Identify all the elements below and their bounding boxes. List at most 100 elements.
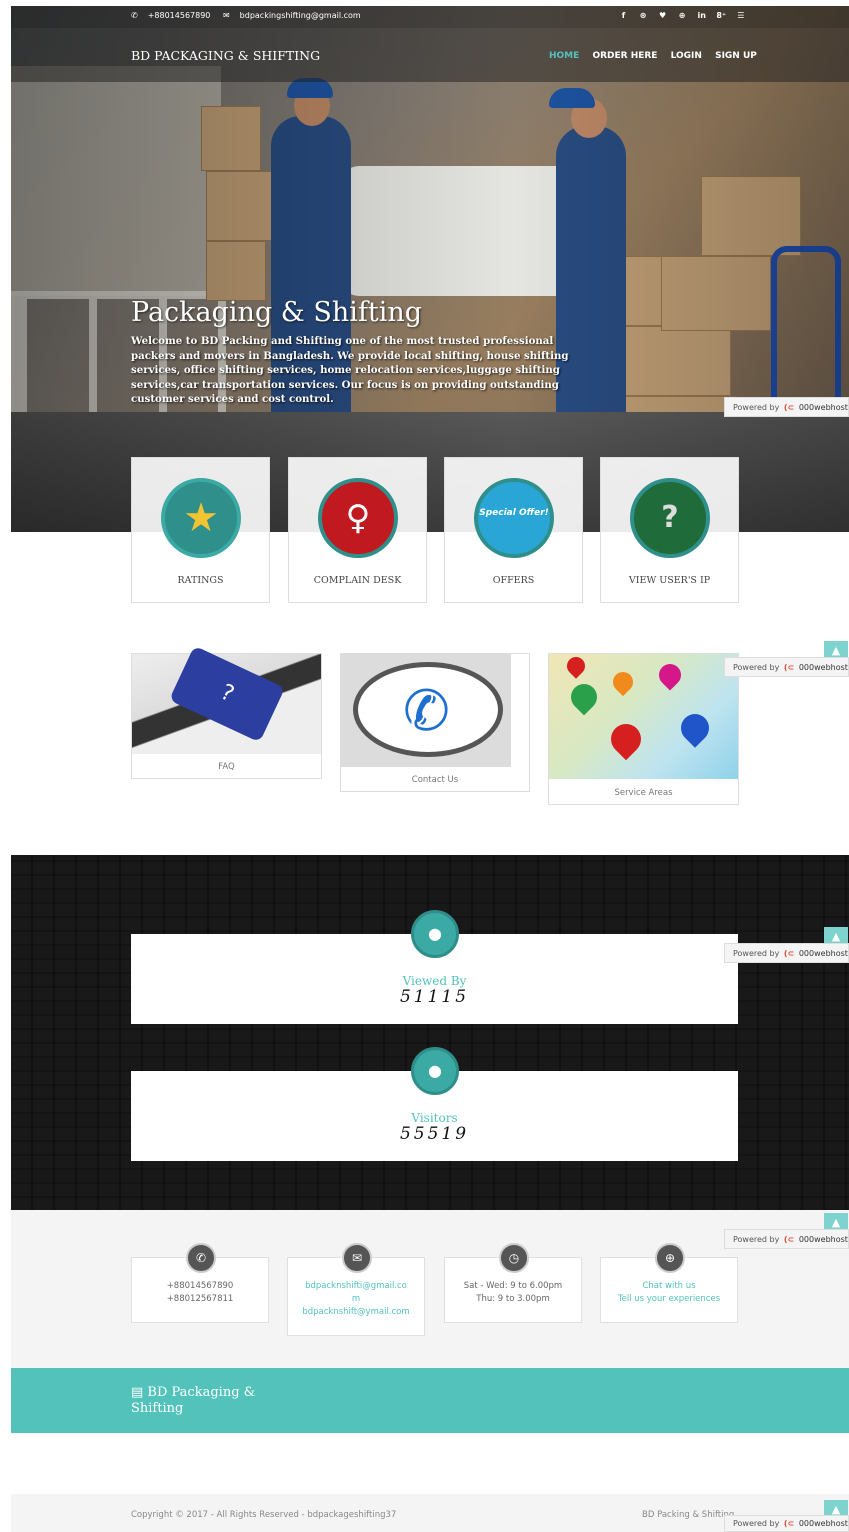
powered-by-host: 000webhost — [798, 663, 848, 672]
map-pin-icon — [654, 659, 686, 691]
counter-value: 51115 — [399, 987, 470, 1007]
service-areas-map — [549, 653, 738, 779]
powered-by-host: 000webhost — [798, 403, 848, 412]
feature-card-complain-desk[interactable]: ♀ COMPLAIN DESK — [288, 457, 427, 603]
contact-email-box: ✉ bdpacknshifti@gmail.co m bdpacknshift@… — [287, 1243, 425, 1336]
feature-label: VIEW USER'S IP — [628, 575, 711, 586]
contact-hours-box: ◷ Sat - Wed: 9 to 6.00pm Thu: 9 to 3.00p… — [444, 1243, 582, 1323]
hero-shade — [11, 6, 849, 532]
hero-banner — [11, 6, 849, 532]
unknown-user-icon: ? — [661, 500, 679, 535]
nav-home[interactable]: HOME — [549, 51, 579, 61]
phone-icon: ✆ — [131, 11, 138, 20]
powered-by-host: 000webhost — [798, 1519, 848, 1528]
top-phone: +88014567890 — [147, 11, 211, 20]
clock-icon: ◷ — [499, 1243, 529, 1273]
feature-label: OFFERS — [492, 575, 535, 586]
social-links: f ⊛ ♥ ⊕ in 8⁺ ☰ — [615, 11, 749, 20]
faq-label: FAQ — [218, 762, 235, 772]
contact-email-2[interactable]: bdpacknshift@ymail.com — [288, 1306, 424, 1319]
feature-card-ratings[interactable]: ★ RATINGS — [131, 457, 270, 603]
powered-by-host: 000webhost — [798, 949, 848, 958]
map-pin-icon — [675, 708, 715, 748]
contact-chat-1[interactable]: Chat with us — [601, 1280, 737, 1293]
webhost-logo-icon: (⊂ — [783, 1519, 795, 1528]
linkedin-icon[interactable]: in — [693, 11, 710, 20]
contact-hours-2: Thu: 9 to 3.00pm — [476, 1294, 550, 1304]
contact-email-1-wrap[interactable]: m — [288, 1293, 424, 1306]
powered-by-badge[interactable]: Powered by (⊂ 000webhost — [724, 1229, 849, 1249]
counter-title: Visitors — [411, 1111, 458, 1125]
powered-by-label: Powered by — [733, 1519, 780, 1528]
footer-band: ▤ BD Packaging & Shifting — [11, 1368, 849, 1433]
envelope-icon: ✉ — [342, 1243, 372, 1273]
feature-circle: ★ — [161, 478, 241, 558]
top-email[interactable]: bdpackingshifting@gmail.com — [240, 11, 361, 20]
visitors-counter: ● Visitors 55519 — [131, 1047, 738, 1161]
powered-by-label: Powered by — [733, 1235, 780, 1244]
feature-label: COMPLAIN DESK — [313, 575, 402, 586]
feature-label: RATINGS — [177, 575, 224, 586]
contact-us-tile[interactable]: ✆ Contact Us — [340, 653, 530, 792]
special-offer-icon: Special Offer! — [479, 508, 549, 518]
envelope-icon: ✉ — [222, 11, 230, 20]
user-icon: ♀ — [345, 498, 371, 538]
feature-card-offers[interactable]: Special Offer! OFFERS — [444, 457, 583, 603]
powered-by-host: 000webhost — [798, 1235, 848, 1244]
question-key-icon: ? — [169, 645, 285, 743]
map-pin-icon — [565, 678, 603, 716]
user-badge-icon: ● — [411, 910, 459, 958]
webhost-logo-icon: (⊂ — [783, 663, 795, 672]
rss-icon[interactable]: ☰ — [732, 11, 749, 20]
powered-by-badge[interactable]: Powered by (⊂ 000webhost — [724, 1515, 849, 1532]
contact-us-image: ✆ — [341, 654, 511, 767]
dribbble-icon[interactable]: ⊕ — [674, 11, 691, 20]
map-pin-icon — [563, 653, 589, 679]
contact-chat-2[interactable]: Tell us your experiences — [601, 1293, 737, 1306]
nav-login[interactable]: LOGIN — [671, 51, 702, 61]
counter-value: 55519 — [399, 1124, 470, 1144]
webhost-logo-icon: (⊂ — [783, 949, 795, 958]
faq-tile[interactable]: ? FAQ — [131, 645, 322, 779]
hero-description: Welcome to BD Packing and Shifting one o… — [131, 335, 569, 405]
contact-email-1[interactable]: bdpacknshifti@gmail.co — [288, 1280, 424, 1293]
webhost-logo-icon: (⊂ — [783, 403, 795, 412]
feature-circle: ♀ — [318, 478, 398, 558]
nav-sign-up[interactable]: SIGN UP — [715, 51, 757, 61]
map-pin-icon — [604, 717, 648, 761]
hero-title: Packaging & Shifting — [131, 297, 423, 328]
powered-by-label: Powered by — [733, 663, 780, 672]
nav-order-here[interactable]: ORDER HERE — [592, 51, 657, 61]
contact-phone-2: +88012567811 — [166, 1294, 234, 1304]
pinterest-icon[interactable]: ⊛ — [635, 11, 652, 20]
powered-by-badge[interactable]: Powered by (⊂ 000webhost — [724, 397, 849, 417]
contact-phone-1: +88014567890 — [166, 1281, 234, 1291]
powered-by-label: Powered by — [733, 949, 780, 958]
star-icon: ★ — [183, 495, 219, 541]
powered-by-badge[interactable]: Powered by (⊂ 000webhost — [724, 943, 849, 963]
top-contact: ✆ +88014567890 ✉ bdpackingshifting@gmail.c… — [131, 11, 371, 20]
googleplus-icon[interactable]: 8⁺ — [713, 11, 730, 20]
copyright-text: Copyright © 2017 - All Rights Reserved -… — [131, 1510, 397, 1520]
powered-by-label: Powered by — [733, 403, 780, 412]
facebook-icon[interactable]: f — [615, 11, 632, 20]
faq-image: ? — [132, 645, 321, 754]
counter-title: Viewed By — [402, 974, 467, 988]
chat-icon: ⊕ — [655, 1243, 685, 1273]
hero-text: Packaging & Shifting Welcome to BD Packi… — [131, 297, 571, 407]
phone-icon: ✆ — [186, 1243, 216, 1273]
service-areas-tile[interactable]: Service Areas — [548, 653, 739, 805]
feature-card-view-ip[interactable]: ? VIEW USER'S IP — [600, 457, 739, 603]
contact-chat-box: ⊕ Chat with us Tell us your experiences — [600, 1243, 738, 1323]
viewed-by-counter: ● Viewed By 51115 — [131, 910, 738, 1024]
twitter-icon[interactable]: ♥ — [654, 11, 671, 20]
feature-circle: ? — [630, 478, 710, 558]
top-contact-bar: ✆ +88014567890 ✉ bdpackingshifting@gmail.c… — [11, 6, 849, 28]
feature-circle: Special Offer! — [474, 478, 554, 558]
phone-icon: ✆ — [403, 679, 450, 744]
contact-hours-1: Sat - Wed: 9 to 6.00pm — [463, 1281, 563, 1291]
powered-by-badge[interactable]: Powered by (⊂ 000webhost — [724, 657, 849, 677]
main-navbar: BD PACKAGING & SHIFTING HOME ORDER HERE … — [11, 28, 849, 82]
brand-logo-text[interactable]: BD PACKAGING & SHIFTING — [131, 48, 320, 63]
service-areas-label: Service Areas — [614, 788, 673, 798]
